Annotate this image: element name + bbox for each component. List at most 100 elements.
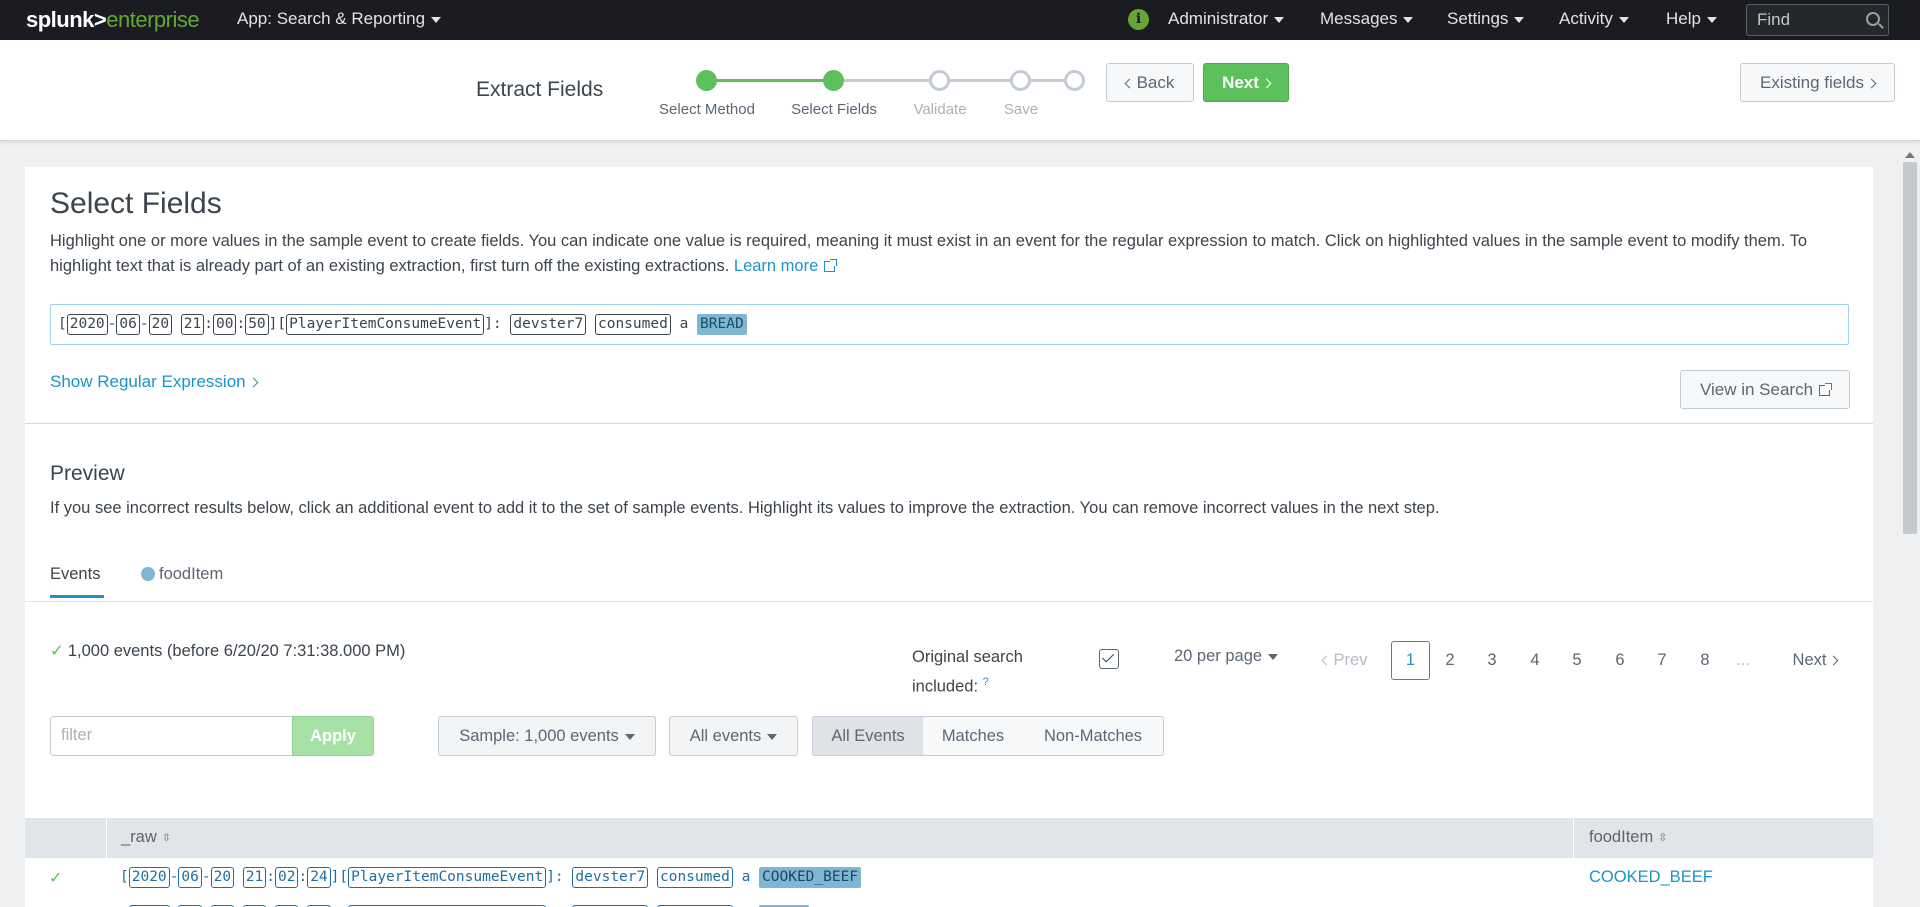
chevron-right-icon	[1866, 78, 1877, 89]
check-icon: ✓	[50, 642, 64, 660]
logo-sub: enterprise	[106, 7, 200, 32]
activity-menu[interactable]: Activity	[1559, 9, 1629, 29]
sample-token[interactable]: 50	[245, 314, 269, 335]
chevron-right-icon	[1829, 655, 1839, 666]
info-icon[interactable]: i	[1128, 9, 1149, 30]
admin-menu-label: Administrator	[1168, 9, 1269, 28]
tab-fooditem[interactable]: foodItem	[141, 565, 223, 584]
column-header-fooditem[interactable]: foodItem ⇳	[1589, 828, 1667, 847]
sample-token[interactable]: consumed	[594, 314, 671, 335]
pager-prev[interactable]: Prev	[1317, 641, 1373, 680]
sample-token[interactable]: 20	[148, 314, 173, 335]
view-in-search-button[interactable]: View in Search	[1680, 370, 1850, 409]
scroll-up-icon[interactable]	[1905, 152, 1915, 158]
next-button[interactable]: Next	[1203, 63, 1289, 102]
caret-down-icon	[1618, 16, 1629, 23]
find-input[interactable]: Find	[1746, 4, 1889, 36]
step-label-save: Save	[1003, 101, 1039, 118]
event-token[interactable]: 20	[210, 867, 235, 888]
help-menu-label: Help	[1666, 9, 1701, 28]
search-icon[interactable]	[1866, 12, 1880, 26]
splunk-logo[interactable]: splunk>enterprise	[26, 7, 200, 33]
external-link-icon	[1819, 383, 1833, 396]
event-token[interactable]: 2020	[128, 867, 170, 888]
table-header: _raw ⇳ foodItem ⇳	[25, 818, 1873, 858]
event-count-label: 1,000 events (before 6/20/20 7:31:38.000…	[67, 642, 406, 660]
raw-event[interactable]: [2020-06-20 21:02:24][PlayerItemConsumeE…	[120, 867, 862, 888]
show-regex-label: Show Regular Expression	[50, 372, 246, 391]
sample-token[interactable]: 21	[180, 314, 205, 335]
show-regex-link[interactable]: Show Regular Expression	[50, 372, 259, 392]
caret-down-icon	[1274, 16, 1285, 23]
next-button-label: Next	[1222, 73, 1259, 92]
apply-button[interactable]: Apply	[292, 716, 374, 756]
event-token[interactable]: devster7	[572, 867, 649, 888]
step-dot-final	[1064, 70, 1085, 91]
event-token[interactable]: PlayerItemConsumeEvent	[348, 867, 547, 888]
step-dot-select-method	[696, 70, 717, 91]
per-page-dropdown[interactable]: 20 per page	[1174, 647, 1279, 666]
sample-token[interactable]: 2020	[66, 314, 108, 335]
sort-icon: ⇳	[1658, 832, 1668, 844]
learn-more-label: Learn more	[733, 257, 819, 275]
pager-page[interactable]: 8	[1690, 641, 1720, 680]
page-scrollbar[interactable]	[1900, 150, 1920, 907]
highlighted-field-value[interactable]: COOKED_BEEF	[759, 867, 862, 888]
preview-title: Preview	[50, 462, 125, 485]
caret-down-icon	[1706, 16, 1717, 23]
pager-page[interactable]: 7	[1647, 641, 1677, 680]
highlighted-field-value[interactable]: BREAD	[697, 314, 747, 335]
admin-menu[interactable]: Administrator	[1168, 9, 1285, 29]
back-button-label: Back	[1136, 73, 1175, 92]
tab-underline	[25, 601, 1873, 602]
original-search-label: Original search included: ?	[912, 645, 1062, 700]
help-menu[interactable]: Help	[1666, 9, 1717, 29]
pager-page[interactable]: 2	[1435, 641, 1465, 680]
learn-more-link[interactable]: Learn more	[733, 257, 838, 275]
sample-text[interactable]: a	[680, 316, 689, 332]
back-button[interactable]: Back	[1106, 63, 1194, 102]
top-nav: splunk>enterprise App: Search & Reportin…	[0, 0, 1920, 40]
sample-token[interactable]: 06	[116, 314, 140, 335]
help-icon[interactable]: ?	[983, 676, 989, 688]
pager-page[interactable]: 1	[1391, 641, 1430, 680]
event-token[interactable]: consumed	[656, 867, 733, 888]
sample-event[interactable]: [2020-06-20 21:00:50][PlayerItemConsumeE…	[50, 304, 1849, 345]
event-token[interactable]: 24	[307, 867, 331, 888]
segment-non-matches[interactable]: Non-Matches	[1023, 716, 1164, 756]
event-token[interactable]: 21	[242, 867, 267, 888]
event-token[interactable]: 02	[275, 867, 299, 888]
pager-page[interactable]: 5	[1562, 641, 1592, 680]
messages-menu-label: Messages	[1320, 9, 1398, 28]
caret-down-icon	[1268, 653, 1279, 660]
column-header-raw[interactable]: _raw ⇳	[121, 828, 171, 847]
pager-page[interactable]: 3	[1477, 641, 1507, 680]
segment-matches[interactable]: Matches	[923, 716, 1024, 756]
pager-next[interactable]: Next	[1785, 641, 1845, 680]
event-token[interactable]: 06	[178, 867, 202, 888]
segment-all-events[interactable]: All Events	[812, 716, 924, 756]
sample-token[interactable]: 00	[213, 314, 237, 335]
scrollbar-thumb[interactable]	[1903, 162, 1917, 534]
app-menu[interactable]: App: Search & Reporting	[237, 9, 442, 29]
settings-menu[interactable]: Settings	[1447, 9, 1525, 29]
fooditem-value[interactable]: COOKED_BEEF	[1589, 868, 1713, 887]
table-row[interactable]: ✓ [2020-06-20 21:02:24][PlayerItemConsum…	[25, 858, 1873, 898]
all-events-dropdown[interactable]: All events	[669, 716, 798, 756]
messages-menu[interactable]: Messages	[1320, 9, 1414, 29]
tab-events[interactable]: Events	[50, 565, 104, 598]
sample-token[interactable]: PlayerItemConsumeEvent	[286, 314, 485, 335]
match-check-icon: ✓	[49, 870, 63, 887]
filter-input[interactable]: filter	[50, 716, 293, 756]
sample-token[interactable]: devster7	[510, 314, 587, 335]
sample-dropdown[interactable]: Sample: 1,000 events	[438, 716, 656, 756]
pager-page[interactable]: 4	[1520, 641, 1550, 680]
caret-down-icon	[1403, 16, 1414, 23]
original-search-checkbox[interactable]	[1099, 649, 1119, 669]
step-connector	[834, 79, 1074, 82]
event-text[interactable]: a	[742, 869, 751, 885]
existing-fields-button[interactable]: Existing fields	[1740, 63, 1895, 102]
pager-page[interactable]: 6	[1605, 641, 1635, 680]
step-dot-validate	[929, 70, 950, 91]
filter-placeholder: filter	[61, 726, 93, 744]
